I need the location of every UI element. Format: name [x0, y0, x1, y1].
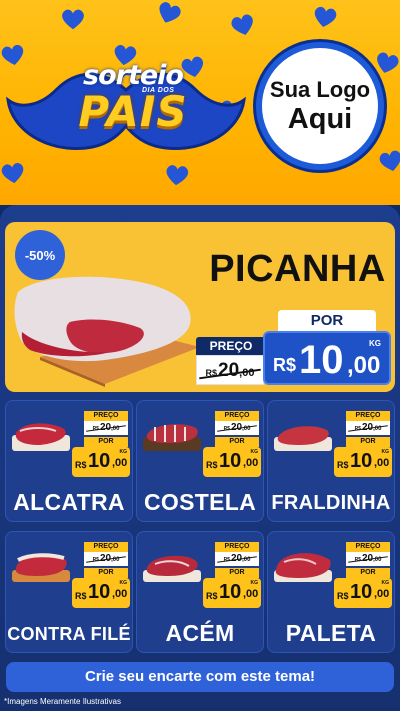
logo-line1: Sua Logo: [269, 77, 371, 102]
product-card: PREÇO R$20,00 POR R$10,00 KG COSTELA: [136, 400, 264, 522]
heart-icon: [376, 148, 400, 175]
price-unit: KG: [381, 580, 390, 586]
price-unit: KG: [250, 580, 259, 586]
new-price: R$ 10,00 KG: [72, 578, 130, 608]
preco-label: PREÇO: [84, 542, 128, 552]
por-label: POR: [84, 568, 128, 578]
old-price: R$20,00: [215, 552, 259, 566]
new-price-integer: 10: [299, 338, 344, 382]
new-price: R$ 10,00 KG: [203, 578, 261, 608]
new-price-integer: 10: [350, 581, 373, 603]
new-price-decimal: ,00: [112, 457, 128, 469]
new-price-currency: R$: [337, 460, 349, 470]
new-price-currency: R$: [206, 591, 218, 601]
promo-title-top: sorteio: [83, 60, 184, 91]
heart-icon: [228, 11, 259, 39]
preco-label: PREÇO: [346, 542, 390, 552]
header-banner: sorteio DIA DOS PAIS Sua Logo Aqui: [0, 0, 400, 205]
new-price-decimal: ,00: [243, 457, 259, 469]
new-price-integer: 10: [219, 581, 242, 603]
featured-new-price: R$ 10 ,00 KG: [263, 331, 391, 385]
old-price: R$20,00: [84, 421, 128, 435]
new-price-decimal: ,00: [347, 352, 381, 379]
price-unit: KG: [369, 339, 381, 348]
price-unit: KG: [381, 449, 390, 455]
new-price: R$ 10,00 KG: [334, 578, 392, 608]
create-flyer-button[interactable]: Crie seu encarte com este tema!: [6, 662, 394, 692]
new-price-currency: R$: [75, 460, 87, 470]
promo-title-sub: DIA DOS: [142, 87, 175, 94]
product-card: PREÇO R$20,00 POR R$10,00 KG ALCATRA: [5, 400, 133, 522]
product-name: CONTRA FILÉ: [7, 624, 131, 644]
new-price: R$ 10,00 KG: [72, 447, 130, 477]
logo-placeholder: Sua Logo Aqui: [256, 42, 384, 170]
preco-label: PREÇO: [346, 411, 390, 421]
por-label: POR: [215, 437, 259, 447]
featured-por-label: POR: [278, 310, 376, 332]
preco-label: PREÇO: [84, 411, 128, 421]
acem-image: [143, 555, 201, 582]
heart-icon: [163, 163, 191, 188]
picanha-image: [14, 276, 200, 387]
contra-file-image: [12, 553, 70, 582]
new-price-decimal: ,00: [374, 457, 390, 469]
new-price-integer: 10: [88, 450, 111, 472]
disclaimer-text: *Imagens Meramente Ilustrativas: [4, 697, 121, 706]
preco-label: PREÇO: [215, 542, 259, 552]
logo-line2: Aqui: [287, 103, 353, 135]
product-card: PREÇO R$20,00 POR R$10,00 KG FRALDINHA: [267, 400, 395, 522]
por-label: POR: [215, 568, 259, 578]
new-price: R$ 10,00 KG: [334, 447, 392, 477]
product-name: ACÉM: [165, 620, 235, 646]
product-name: PALETA: [285, 620, 377, 646]
product-card: PREÇO R$20,00 POR R$10,00 KG CONTRA FILÉ: [5, 531, 133, 653]
old-price: R$20,00: [346, 552, 390, 566]
paleta-image: [274, 553, 332, 582]
new-price-currency: R$: [75, 591, 87, 601]
por-label: POR: [346, 437, 390, 447]
product-card: PREÇO R$20,00 POR R$10,00 KG PALETA: [267, 531, 395, 653]
fraldinha-image: [274, 426, 332, 451]
new-price-decimal: ,00: [243, 588, 259, 600]
heart-icon: [0, 160, 27, 185]
old-price: R$20,00: [346, 421, 390, 435]
heart-icon: [372, 49, 400, 77]
new-price-currency: R$: [273, 355, 297, 375]
new-price-integer: 10: [350, 450, 373, 472]
old-price: R$20,00: [84, 552, 128, 566]
promo-title-main: PAIS: [78, 87, 188, 136]
heart-icon: [153, 0, 185, 28]
featured-preco-label: PREÇO: [196, 337, 266, 355]
product-card: PREÇO R$20,00 POR R$10,00 KG ACÉM: [136, 531, 264, 653]
new-price-integer: 10: [88, 581, 111, 603]
product-name: FRALDINHA: [271, 492, 391, 514]
por-label: POR: [346, 568, 390, 578]
alcatra-image: [12, 423, 70, 451]
heart-icon: [310, 4, 339, 30]
featured-product-name: PICANHA: [209, 248, 386, 290]
preco-label: PREÇO: [215, 411, 259, 421]
new-price-decimal: ,00: [374, 588, 390, 600]
product-name: ALCATRA: [13, 489, 125, 515]
heart-icon: [60, 8, 86, 30]
old-price: R$20,00: [215, 421, 259, 435]
new-price-integer: 10: [219, 450, 242, 472]
new-price-currency: R$: [206, 460, 218, 470]
por-label: POR: [84, 437, 128, 447]
new-price-currency: R$: [337, 591, 349, 601]
promo-title: sorteio DIA DOS PAIS: [58, 62, 208, 152]
featured-old-price: R$ 20 ,00: [196, 355, 264, 385]
price-unit: KG: [119, 449, 128, 455]
old-price-integer: 20: [218, 360, 240, 381]
product-name: COSTELA: [144, 489, 256, 515]
price-unit: KG: [119, 580, 128, 586]
new-price-decimal: ,00: [112, 588, 128, 600]
price-unit: KG: [250, 449, 259, 455]
costela-image: [143, 424, 201, 451]
new-price: R$ 10,00 KG: [203, 447, 261, 477]
